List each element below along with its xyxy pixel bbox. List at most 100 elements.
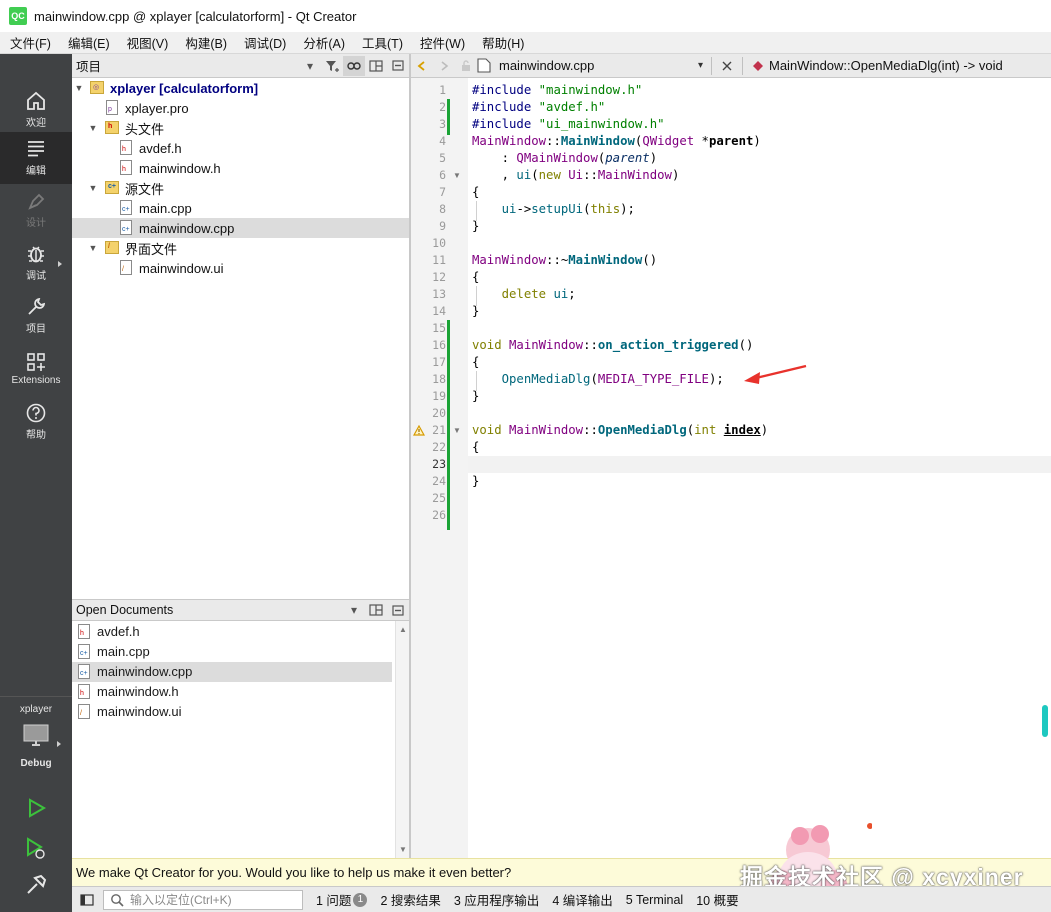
open-document-label: main.cpp (97, 644, 150, 659)
home-icon (27, 91, 45, 110)
fold-marker-icon[interactable]: ▼ (453, 171, 462, 180)
pane-compile-output[interactable]: 4 编译输出 (552, 890, 612, 909)
qt-creator-logo: QC (9, 7, 27, 25)
chevron-down-icon[interactable]: ▼ (88, 183, 98, 193)
mode-edit-label: 编辑 (26, 166, 46, 177)
current-file-selector[interactable]: mainwindow.cpp ▾ (477, 58, 707, 73)
close-pane-icon[interactable] (387, 600, 409, 620)
tree-item-main-cpp[interactable]: c+ main.cpp (72, 198, 409, 218)
kit-arrow-icon (57, 741, 61, 747)
debug-run-icon (27, 837, 45, 859)
mode-extensions[interactable]: Extensions (0, 343, 72, 395)
chevron-down-icon[interactable]: ▼ (88, 123, 98, 133)
mode-help[interactable]: 帮助 (0, 396, 72, 448)
filter-icon[interactable] (321, 56, 343, 76)
mainwindow-h-label: mainwindow.h (139, 160, 221, 176)
split-icon[interactable] (365, 600, 387, 620)
symbol-selector[interactable]: MainWindow::OpenMediaDlg(int) -> void (753, 58, 1003, 73)
code-line: delete ui; (501, 287, 576, 301)
build-button[interactable] (0, 865, 72, 905)
fold-marker-icon[interactable]: ▼ (453, 426, 462, 435)
close-document-icon[interactable] (716, 55, 738, 77)
warning-icon[interactable] (413, 425, 425, 436)
tree-item-mainwindow-cpp[interactable]: c+ mainwindow.cpp (72, 218, 409, 238)
line-number: 15 (432, 321, 446, 335)
header-file-icon: h (78, 624, 90, 639)
chevron-down-icon[interactable]: ▼ (74, 83, 84, 93)
editor-toolbar: mainwindow.cpp ▾ MainWindow::OpenMediaDl… (411, 54, 1051, 78)
mode-projects[interactable]: 项目 (0, 290, 72, 342)
headers-folder-label: 头文件 (125, 121, 165, 137)
forward-arrow-icon[interactable] (433, 55, 455, 77)
chevron-down-icon[interactable]: ▼ (88, 243, 98, 253)
tree-item-forms[interactable]: ▼ / 界面文件 (72, 238, 409, 258)
view-dropdown-icon[interactable]: ▾ (343, 600, 365, 620)
pane-search-results[interactable]: 2 搜索结果 (380, 890, 440, 909)
mode-debug[interactable]: 调试 (0, 237, 72, 289)
code-line: #include "ui_mainwindow.h" (472, 117, 665, 131)
headers-folder-icon: h (105, 121, 119, 134)
open-documents-scrollbar[interactable]: ▲ ▼ (395, 621, 409, 858)
pane-overview[interactable]: 10 概要 (696, 890, 738, 909)
scroll-indicator[interactable] (1042, 705, 1048, 737)
kit-selector[interactable] (22, 723, 52, 753)
mode-edit[interactable]: 编辑 (0, 132, 72, 184)
header-file-icon: h (120, 160, 132, 175)
pane-terminal[interactable]: 5 Terminal (626, 893, 683, 907)
open-document-item[interactable]: c+ mainwindow.cpp (72, 662, 392, 682)
annotation-arrow-icon (744, 364, 807, 384)
run-button[interactable] (0, 788, 72, 828)
tree-item-project-root[interactable]: ▼ ◎ xplayer [calculatorform] (72, 78, 409, 98)
hammer-icon (27, 874, 47, 894)
tree-item-pro[interactable]: p xplayer.pro (72, 98, 409, 118)
open-documents-header: Open Documents ▾ (72, 599, 409, 621)
line-number: 14 (432, 304, 446, 318)
link-icon[interactable] (343, 55, 365, 76)
back-arrow-icon[interactable] (411, 55, 433, 77)
extensions-icon (27, 353, 45, 371)
menu-debug[interactable]: 调试(D) (234, 33, 293, 52)
title-bar: QC mainwindow.cpp @ xplayer [calculatorf… (0, 0, 1051, 32)
toggle-sidebar-button[interactable] (75, 890, 99, 910)
view-dropdown-icon[interactable]: ▾ (299, 56, 321, 76)
method-icon (753, 60, 763, 71)
main-cpp-label: main.cpp (139, 200, 192, 216)
mode-design[interactable]: 设计 (0, 184, 72, 236)
code-line: } (472, 304, 480, 318)
menu-file[interactable]: 文件(F) (0, 33, 58, 52)
locator-input[interactable]: 输入以定位(Ctrl+K) (103, 889, 303, 910)
pane-issues[interactable]: 1 问题 1 (316, 890, 368, 909)
pane-application-output[interactable]: 3 应用程序输出 (454, 890, 539, 909)
close-pane-icon[interactable] (387, 56, 409, 76)
line-number: 13 (432, 287, 446, 301)
line-number: 16 (432, 338, 446, 352)
line-number: 6 (439, 168, 446, 182)
mainwindow-ui-label: mainwindow.ui (139, 260, 224, 276)
code-line: MainWindow::MainWindow(QWidget *parent) (472, 134, 761, 148)
menu-widgets[interactable]: 控件(W) (410, 33, 472, 52)
tree-item-mainwindow-ui[interactable]: / mainwindow.ui (72, 258, 409, 278)
debug-run-button[interactable] (0, 828, 72, 868)
tree-item-sources[interactable]: ▼ c+ 源文件 (72, 178, 409, 198)
open-document-item[interactable]: h mainwindow.h (72, 682, 392, 702)
mode-welcome[interactable]: 欢迎 (0, 84, 72, 136)
menu-help[interactable]: 帮助(H) (472, 33, 531, 52)
tree-item-headers[interactable]: ▼ h 头文件 (72, 118, 409, 138)
tree-item-mainwindow-h[interactable]: h mainwindow.h (72, 158, 409, 178)
mode-selector: 欢迎 编辑 设计 调试 项目 Extensions 帮助 xplayer Deb… (0, 54, 72, 912)
menu-analyze[interactable]: 分析(A) (293, 33, 352, 52)
split-icon[interactable] (365, 56, 387, 76)
menu-tools[interactable]: 工具(T) (352, 33, 410, 52)
avdef-h-label: avdef.h (139, 140, 182, 156)
kit-build-config: Debug (20, 758, 52, 769)
project-icon: ◎ (90, 81, 104, 94)
line-number: 10 (432, 236, 446, 250)
open-document-item[interactable]: h avdef.h (72, 622, 392, 642)
design-icon (28, 193, 45, 210)
tree-item-avdef-h[interactable]: h avdef.h (72, 138, 409, 158)
open-document-item[interactable]: c+ main.cpp (72, 642, 392, 662)
open-document-item[interactable]: / mainwindow.ui (72, 702, 392, 722)
menu-build[interactable]: 构建(B) (175, 33, 234, 52)
menu-view[interactable]: 视图(V) (117, 33, 176, 52)
menu-edit[interactable]: 编辑(E) (58, 33, 117, 52)
